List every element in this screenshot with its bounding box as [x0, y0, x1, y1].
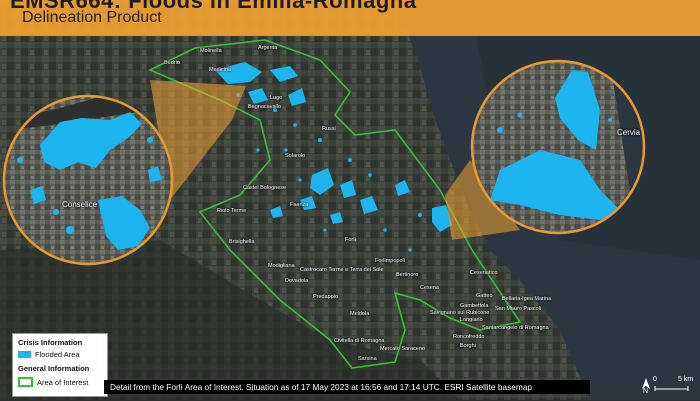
legend-item-flooded: Flooded Area	[18, 350, 80, 359]
inset-label-cervia: Cervia	[617, 128, 641, 137]
place-label: Santarcangelo di Romagna	[482, 325, 549, 331]
place-label: Roncofreddo	[453, 334, 485, 340]
scale-zero: 0	[653, 376, 657, 383]
title-banner: EMSR664: Floods in Emilia-Romagna Deline…	[0, 0, 700, 36]
legend-item-aoi: Area of Interest	[18, 377, 88, 387]
place-label: Borghi	[460, 343, 476, 349]
place-label: Brisighella	[229, 239, 255, 245]
place-label: Castel Bolognese	[243, 185, 287, 191]
place-label: Predappio	[313, 294, 339, 300]
map-legend: Crisis Information Flooded Area General …	[12, 333, 108, 397]
place-label: Faenza	[290, 202, 309, 208]
place-label: Longiano	[460, 317, 483, 323]
place-label: Russi	[322, 126, 336, 132]
map-subtitle: Delineation Product	[22, 9, 162, 26]
place-label: Dovadola	[285, 278, 309, 284]
place-label: Forlimpopoli	[375, 258, 405, 264]
place-label: Bertinoro	[396, 272, 419, 278]
flooded-swatch	[18, 351, 31, 358]
place-label: Civitella di Romagna	[334, 338, 385, 344]
place-label: Bagnacavallo	[248, 104, 282, 110]
place-label: Gatteo	[476, 293, 493, 299]
inset-label-conselice: Conselice	[62, 200, 98, 209]
place-label: San Mauro Pascoli	[495, 306, 542, 312]
legend-general-header: General Information	[18, 364, 90, 373]
scale-five: 5 km	[678, 376, 694, 383]
aoi-swatch	[18, 377, 33, 387]
place-label: Molinella	[200, 48, 222, 54]
place-label: Gambettola	[460, 303, 489, 309]
place-label: Cesena	[420, 285, 439, 291]
legend-flooded-label: Flooded Area	[35, 350, 80, 359]
place-label: Castrocaro Terme e Terra del Sole	[300, 267, 384, 273]
place-label: Riolo Terme	[217, 208, 247, 214]
place-label: Medicina	[209, 67, 232, 73]
place-label: Savignano sul Rubicone	[430, 310, 490, 316]
legend-aoi-label: Area of Interest	[37, 377, 89, 387]
north-label: N	[643, 388, 649, 395]
place-label: Sarsina	[358, 356, 377, 362]
map-caption: Detail from the Forlì Area of Interest. …	[104, 380, 590, 394]
place-label: Bellaria-Igea Marina	[502, 296, 552, 302]
place-label: Meldola	[350, 311, 370, 317]
place-label: Solarolo	[285, 153, 306, 159]
place-label: Forlì	[345, 237, 356, 243]
place-label: Modigliana	[268, 263, 295, 269]
place-label: Cesenatico	[470, 270, 498, 276]
place-label: Argenta	[258, 45, 278, 51]
place-label: Mercato Saraceno	[380, 346, 425, 352]
place-label: Budrio	[164, 60, 180, 66]
legend-crisis-header: Crisis Information	[18, 338, 83, 347]
scale-bar: N 0 5 km	[640, 374, 696, 396]
place-label: Lugo	[270, 95, 283, 101]
